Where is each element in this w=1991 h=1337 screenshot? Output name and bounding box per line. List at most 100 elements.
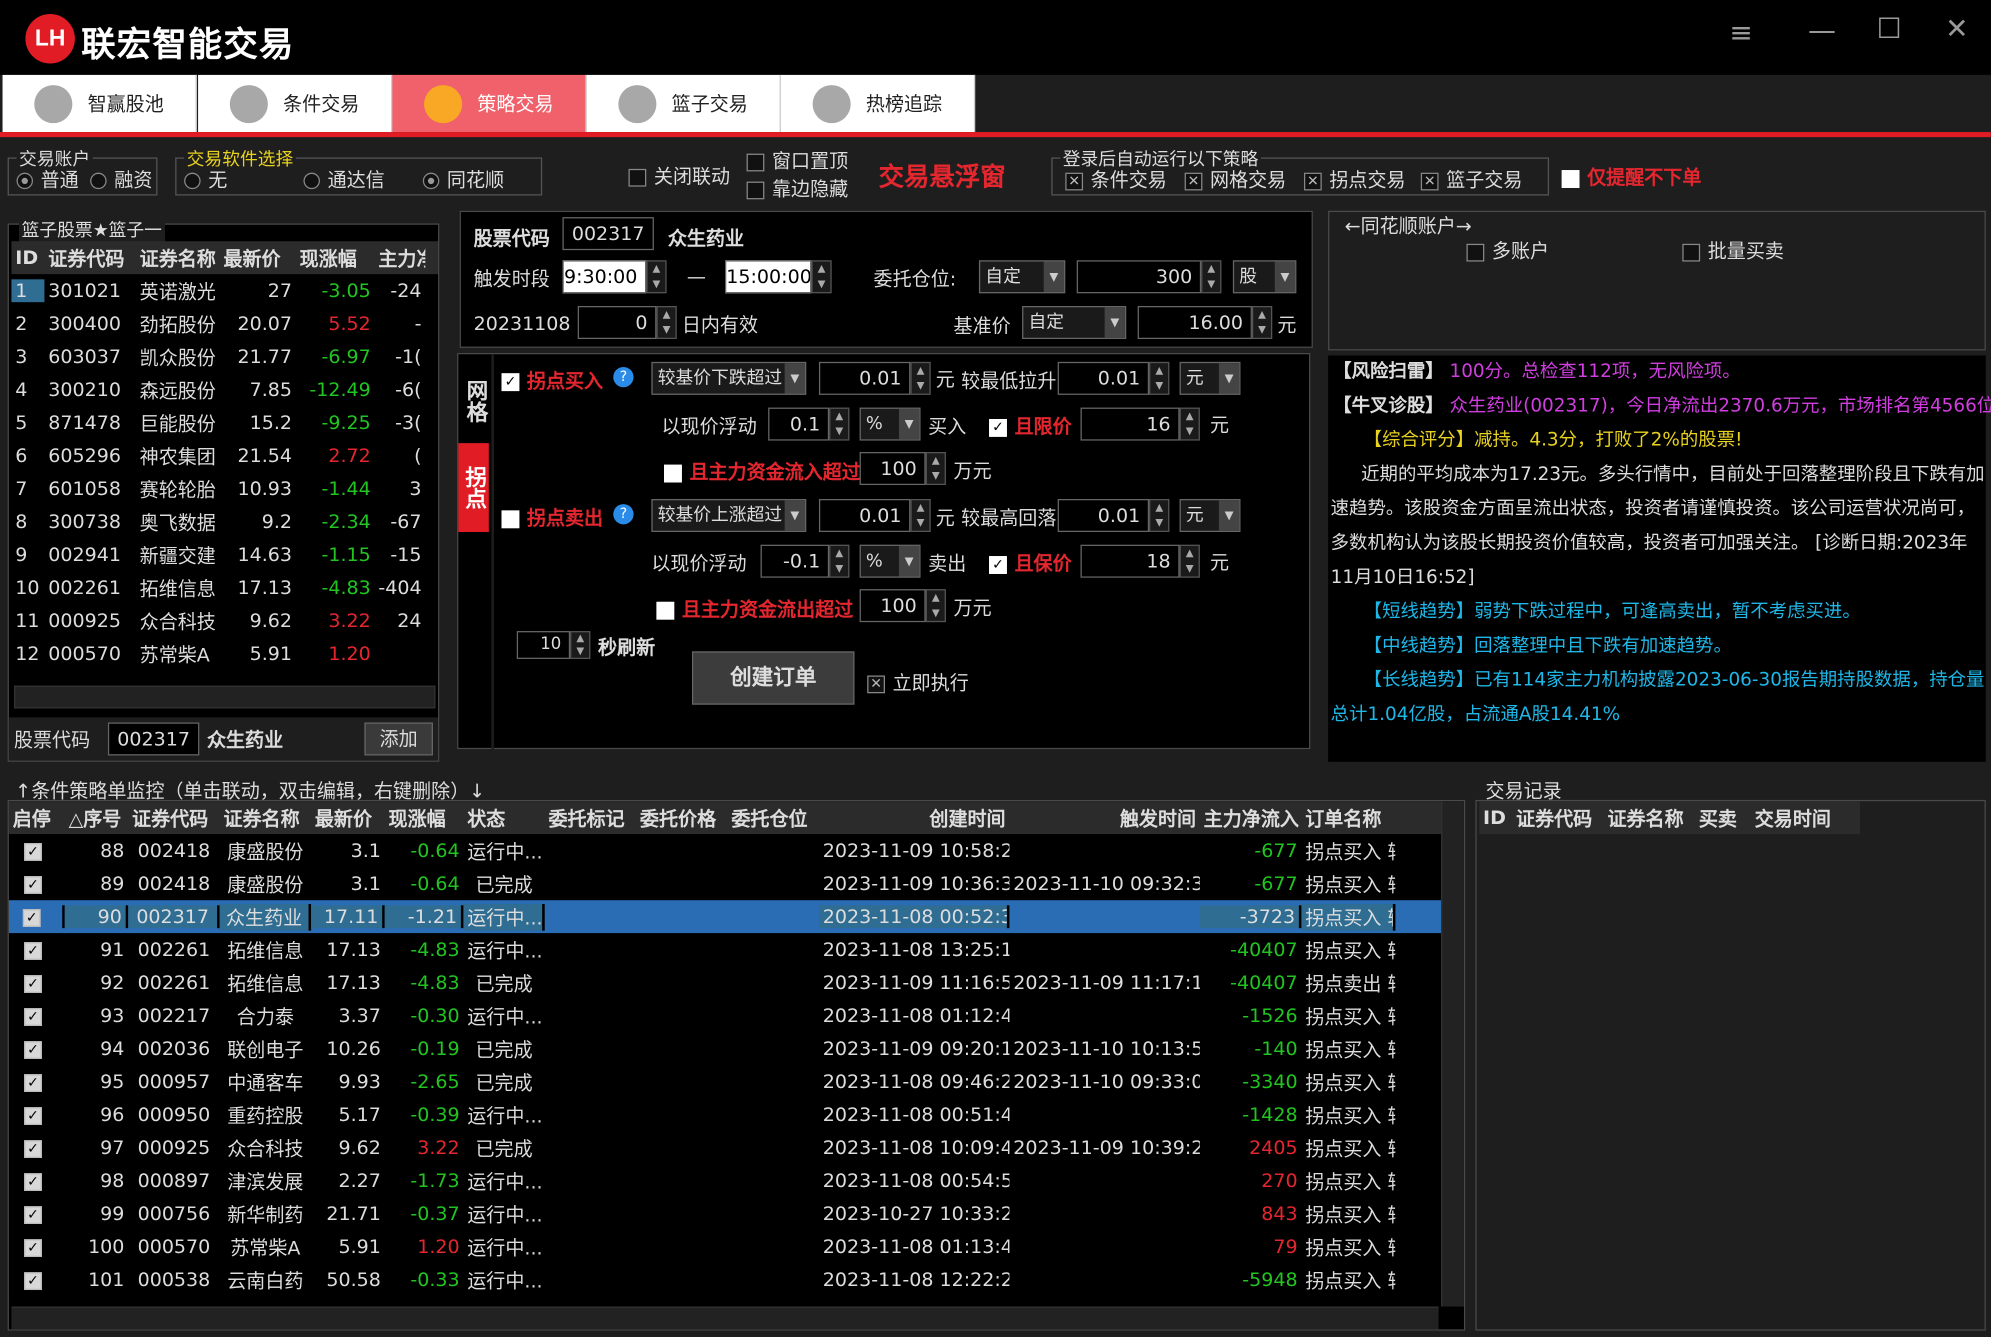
enable-checkbox[interactable]: ✓ bbox=[24, 1007, 42, 1026]
column-header[interactable]: 订单名称 bbox=[1301, 804, 1395, 831]
enable-checkbox[interactable]: ✓ bbox=[24, 1172, 42, 1191]
buy-limit-spinner[interactable]: ▲ ▼ bbox=[1179, 407, 1200, 441]
column-header[interactable]: ID bbox=[11, 246, 44, 269]
tab-hot-list[interactable]: 热榜追踪 bbox=[780, 74, 976, 133]
column-header[interactable]: 委托标记 bbox=[545, 804, 636, 831]
column-header[interactable]: 证券代码 bbox=[44, 244, 135, 271]
table-row[interactable]: ✓ 97 000925 众合科技 9.62 3.22 已完成 2023-11-08 10:09… bbox=[8, 1131, 1442, 1165]
buy-extra-unit-select[interactable]: 元 bbox=[1179, 361, 1241, 395]
trigger-end-input[interactable]: 15:00:00 bbox=[724, 260, 812, 294]
enable-toggle[interactable]: ✓ bbox=[9, 971, 65, 994]
sell-mode-select[interactable]: 较基价上涨超过 bbox=[651, 498, 807, 533]
base-price-input[interactable]: 16.00 bbox=[1137, 305, 1252, 340]
help-icon[interactable]: ? bbox=[613, 504, 634, 525]
column-header[interactable]: 证券代码 bbox=[128, 804, 219, 831]
refresh-spinner[interactable]: ▲ ▼ bbox=[570, 631, 591, 659]
multi-account-checkbox[interactable]: 多账户 bbox=[1466, 237, 1549, 264]
table-row[interactable]: ✓ 95 000957 中通客车 9.93 -2.65 已完成 2023-11-08 09:4… bbox=[8, 1065, 1442, 1099]
enable-toggle[interactable]: ✓ bbox=[9, 1037, 65, 1060]
buy-fund-input[interactable]: 100 bbox=[859, 452, 926, 486]
batch-trade-checkbox[interactable]: 批量买卖 bbox=[1682, 237, 1784, 264]
enable-checkbox[interactable]: ✓ bbox=[24, 1271, 42, 1290]
position-mode-select[interactable]: 自定 bbox=[978, 260, 1066, 294]
table-row[interactable]: 2 300400 劲拓股份 20.07 5.52 - bbox=[11, 307, 439, 341]
table-row[interactable]: 12 000570 苏常柴A 5.91 1.20 bbox=[11, 637, 439, 671]
column-header[interactable]: △序号 bbox=[65, 804, 128, 831]
enable-checkbox[interactable]: ✓ bbox=[24, 1205, 42, 1224]
table-row[interactable]: 6 605296 神农集团 21.54 2.72 ( bbox=[11, 439, 439, 473]
enable-checkbox[interactable]: ✓ bbox=[24, 974, 42, 993]
help-icon[interactable]: ? bbox=[613, 366, 634, 388]
buy-extra-input[interactable]: 0.01 bbox=[1057, 361, 1150, 395]
position-spinner[interactable]: ▲ ▼ bbox=[1201, 260, 1222, 294]
table-row[interactable]: 8 300738 奥飞数据 9.2 -2.34 -67 bbox=[11, 505, 439, 539]
column-header[interactable]: 最新价 bbox=[220, 244, 296, 271]
order-code-input[interactable]: 002317 bbox=[562, 217, 654, 251]
trigger-start-spinner[interactable]: ▲ ▼ bbox=[646, 260, 667, 294]
buy-fund-spinner[interactable]: ▲ ▼ bbox=[925, 452, 946, 486]
sell-float-input[interactable]: -0.1 bbox=[760, 544, 830, 578]
table-row[interactable]: ✓ 91 002261 拓维信息 17.13 -4.83 运行中... 2023-11-08 … bbox=[8, 933, 1442, 967]
column-header[interactable]: 交易时间 bbox=[1751, 804, 1847, 831]
enable-toggle[interactable]: ✓ bbox=[9, 1103, 65, 1126]
table-row[interactable]: 3 603037 凯众股份 21.77 -6.97 -1( bbox=[11, 340, 439, 374]
software-none-radio[interactable]: 无 bbox=[184, 166, 227, 193]
sell-limit-spinner[interactable]: ▲ ▼ bbox=[1179, 544, 1200, 578]
table-row[interactable]: ✓ 89 002418 康盛股份 3.1 -0.64 已完成 2023-11-09 10:36… bbox=[8, 867, 1442, 901]
side-tab-turn[interactable]: 拐点 bbox=[458, 443, 489, 533]
trigger-start-input[interactable]: 9:30:00 bbox=[562, 260, 647, 294]
table-row[interactable]: 10 002261 拓维信息 17.13 -4.83 -404 bbox=[11, 571, 439, 605]
software-ths-radio[interactable]: 同花顺 bbox=[422, 166, 504, 193]
table-row[interactable]: ✓ 100 000570 苏常柴A 5.91 1.20 运行中... 2023-11-08 0… bbox=[8, 1230, 1442, 1264]
table-row[interactable]: ✓ 98 000897 津滨发展 2.27 -1.73 运行中... 2023-11-08 0… bbox=[8, 1164, 1442, 1198]
enable-toggle[interactable]: ✓ bbox=[9, 905, 65, 929]
position-unit-select[interactable]: 股 bbox=[1232, 260, 1297, 294]
enable-toggle[interactable]: ✓ bbox=[9, 1169, 65, 1192]
column-header[interactable]: 主力净 bbox=[375, 244, 425, 271]
basket-hscrollbar[interactable] bbox=[13, 685, 436, 709]
sell-value-input[interactable]: 0.01 bbox=[818, 498, 911, 533]
table-row[interactable]: ✓ 101 000538 云南白药 50.58 -0.33 运行中... 2023-11-08… bbox=[8, 1263, 1442, 1297]
table-row[interactable]: ✓ 99 000756 新华制药 21.71 -0.37 运行中... 2023-10-27 … bbox=[8, 1197, 1442, 1231]
buy-mode-select[interactable]: 较基价下跌超过 bbox=[651, 361, 807, 395]
tab-smart-pool[interactable]: 智赢股池 bbox=[2, 74, 197, 133]
column-header[interactable]: 状态 bbox=[463, 804, 544, 831]
software-tdx-radio[interactable]: 通达信 bbox=[303, 166, 385, 193]
column-header[interactable]: 证券名称 bbox=[220, 804, 311, 831]
buy-float-unit-select[interactable]: % bbox=[859, 407, 921, 441]
basket-code-input[interactable]: 002317 bbox=[107, 722, 200, 756]
table-row[interactable]: ✓ 93 002217 合力泰 3.37 -0.30 运行中... 2023-11-08 01… bbox=[8, 999, 1442, 1033]
tab-strategy-trade[interactable]: 策略交易 bbox=[392, 74, 587, 133]
minimize-icon[interactable]: — bbox=[1808, 15, 1836, 47]
sell-extra-unit-select[interactable]: 元 bbox=[1179, 498, 1241, 533]
monitor-vscrollbar[interactable] bbox=[1441, 801, 1464, 1307]
table-row[interactable]: 7 601058 赛轮轮胎 10.93 -1.44 3 bbox=[11, 472, 439, 506]
monitor-hscrollbar[interactable] bbox=[11, 1306, 1439, 1330]
table-row[interactable]: 1 301021 英诺激光 27 -3.05 -24 bbox=[11, 274, 439, 308]
table-row[interactable]: ✓ 88 002418 康盛股份 3.1 -0.64 运行中... 2023-11-09 10… bbox=[8, 834, 1442, 868]
enable-toggle[interactable]: ✓ bbox=[9, 872, 65, 895]
base-price-spinner[interactable]: ▲ ▼ bbox=[1251, 305, 1273, 340]
table-row[interactable]: ✓ 92 002261 拓维信息 17.13 -4.83 已完成 2023-11-09 11:… bbox=[8, 966, 1442, 1000]
buy-extra-spinner[interactable]: ▲ ▼ bbox=[1149, 361, 1170, 395]
sell-float-unit-select[interactable]: % bbox=[859, 544, 921, 578]
base-mode-select[interactable]: 自定 bbox=[1022, 305, 1127, 340]
column-header[interactable]: 证券名称 bbox=[1604, 804, 1695, 831]
tab-condition-trade[interactable]: 条件交易 bbox=[198, 74, 393, 133]
enable-checkbox[interactable]: ✓ bbox=[22, 908, 41, 927]
enable-checkbox[interactable]: ✓ bbox=[24, 875, 42, 894]
enable-checkbox[interactable]: ✓ bbox=[24, 1106, 42, 1125]
valid-days-spinner[interactable]: ▲ ▼ bbox=[656, 305, 677, 340]
enable-toggle[interactable]: ✓ bbox=[9, 1235, 65, 1258]
edge-hide-checkbox[interactable]: 靠边隐藏 bbox=[746, 175, 848, 202]
enable-toggle[interactable]: ✓ bbox=[9, 839, 65, 862]
float-window-link[interactable]: 交易悬浮窗 bbox=[879, 156, 1006, 193]
enable-checkbox[interactable]: ✓ bbox=[24, 842, 42, 861]
column-header[interactable]: 触发时间 bbox=[1009, 804, 1199, 831]
sell-limit-checkbox[interactable]: ✓ 且保价 bbox=[989, 550, 1072, 577]
enable-checkbox[interactable]: ✓ bbox=[24, 1040, 42, 1059]
sell-fund-checkbox[interactable]: 且主力资金流出超过 bbox=[656, 595, 853, 622]
buy-float-spinner[interactable]: ▲ ▼ bbox=[829, 407, 850, 441]
column-header[interactable]: 证券代码 bbox=[1512, 804, 1603, 831]
column-header[interactable]: 主力净流入 bbox=[1200, 804, 1302, 831]
